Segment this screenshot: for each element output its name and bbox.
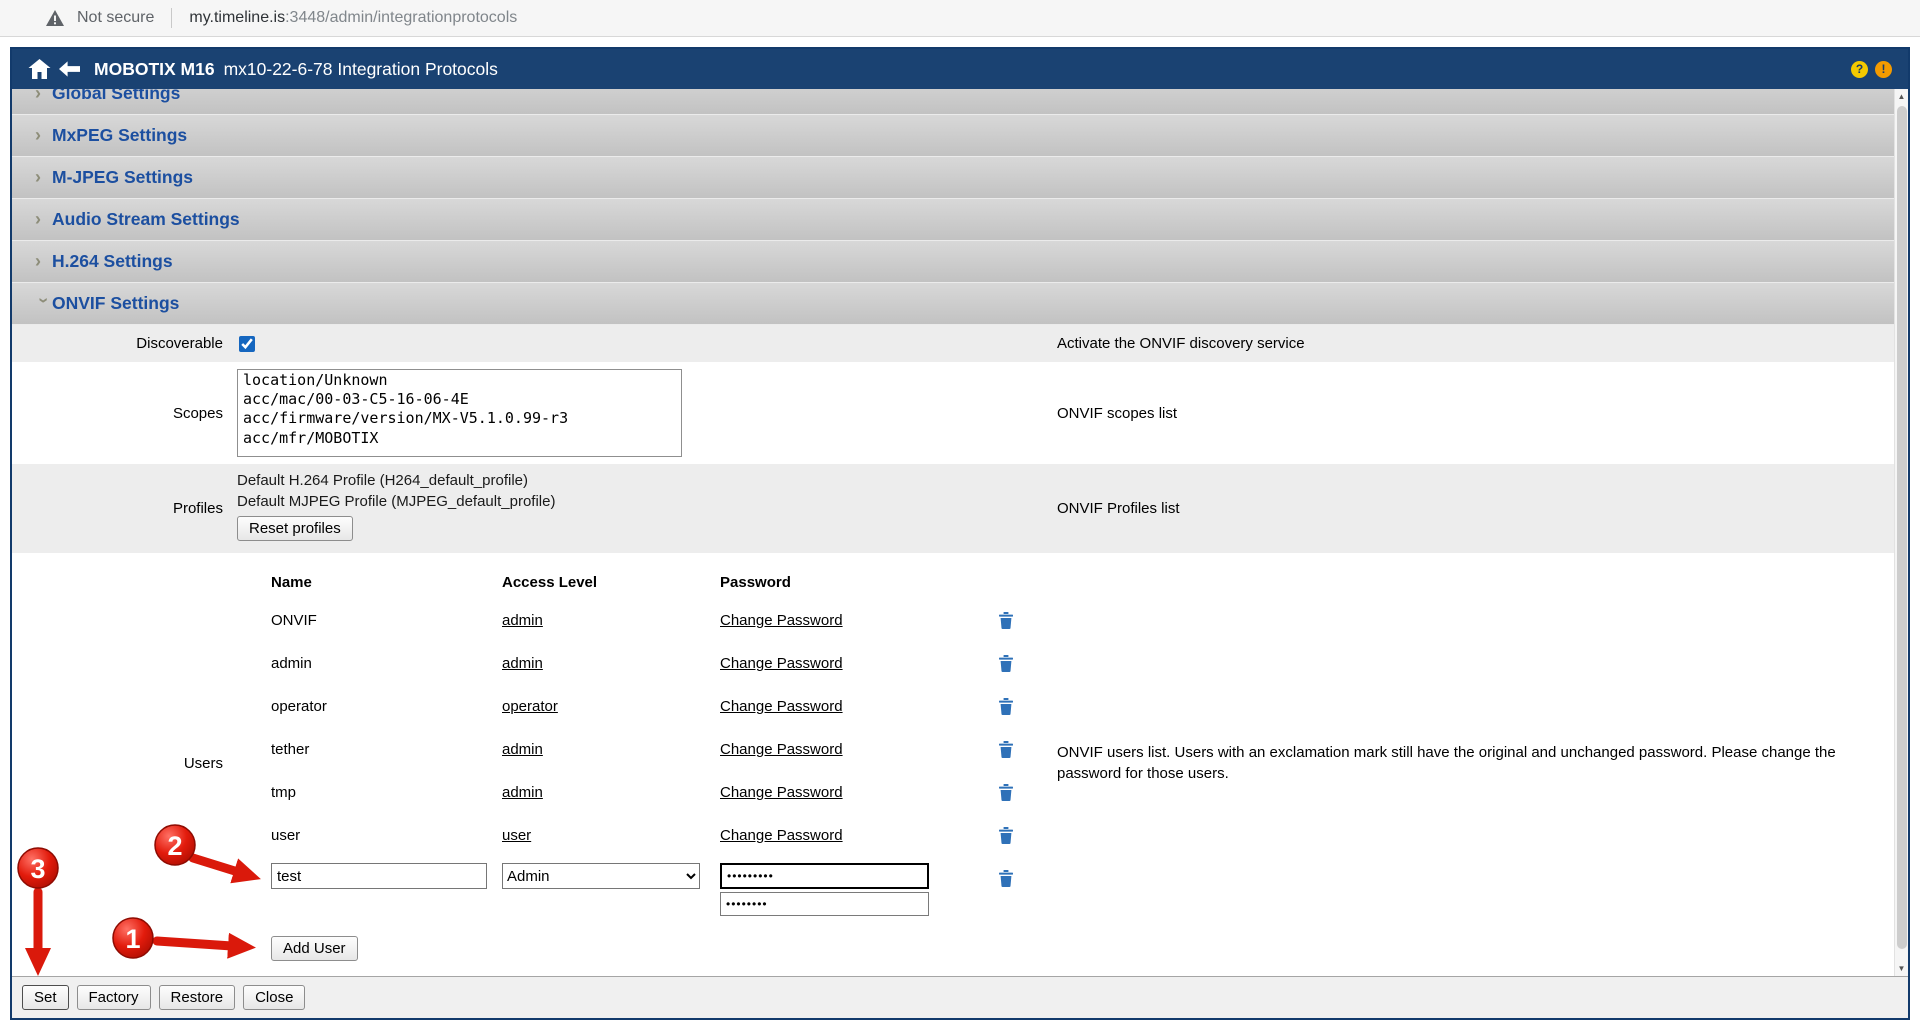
col-password: Password bbox=[720, 574, 995, 591]
section-onvif-settings[interactable]: › ONVIF Settings bbox=[12, 283, 1894, 325]
url-host: my.timeline.is bbox=[189, 9, 285, 26]
user-name: tether bbox=[271, 741, 502, 758]
chevron-down-icon: › bbox=[33, 297, 54, 313]
scopes-help: ONVIF scopes list bbox=[1057, 362, 1894, 464]
user-name: admin bbox=[271, 655, 502, 672]
table-row: tether admin Change Password bbox=[237, 728, 1057, 771]
footer-toolbar: Set Factory Restore Close bbox=[12, 976, 1908, 1018]
warning-icon bbox=[46, 10, 64, 26]
section-mxpeg-settings[interactable]: › MxPEG Settings bbox=[12, 115, 1894, 157]
scrollbar-thumb[interactable] bbox=[1897, 106, 1907, 949]
chevron-right-icon: › bbox=[35, 209, 51, 230]
new-user-row: Admin bbox=[237, 863, 1057, 916]
change-password-link[interactable]: Change Password bbox=[720, 827, 995, 844]
change-password-link[interactable]: Change Password bbox=[720, 655, 995, 672]
access-level-link[interactable]: admin bbox=[502, 612, 720, 629]
new-user-password-confirm-input[interactable] bbox=[720, 892, 929, 916]
profiles-help: ONVIF Profiles list bbox=[1057, 464, 1894, 553]
back-icon[interactable] bbox=[54, 54, 84, 84]
table-row: tmp admin Change Password bbox=[237, 771, 1057, 814]
help-icon[interactable]: ? bbox=[1851, 61, 1868, 78]
access-level-link[interactable]: admin bbox=[502, 784, 720, 801]
change-password-link[interactable]: Change Password bbox=[720, 784, 995, 801]
new-user-name-input[interactable] bbox=[271, 863, 487, 889]
delete-user-icon[interactable] bbox=[995, 783, 1017, 803]
close-button[interactable]: Close bbox=[243, 985, 305, 1010]
users-help: ONVIF users list. Users with an exclamat… bbox=[1057, 553, 1894, 973]
table-row: operator operator Change Password bbox=[237, 685, 1057, 728]
discoverable-label: Discoverable bbox=[12, 325, 237, 362]
settings-content: › Global Settings › MxPEG Settings › M-J… bbox=[12, 89, 1894, 976]
page-header: MOBOTIX M16 mx10-22-6-78 Integration Pro… bbox=[12, 49, 1908, 89]
screen: { "browser": { "warning_text": "Not secu… bbox=[0, 0, 1920, 1031]
delete-user-icon[interactable] bbox=[995, 740, 1017, 760]
access-level-link[interactable]: admin bbox=[502, 741, 720, 758]
delete-user-icon[interactable] bbox=[995, 826, 1017, 846]
table-row: user user Change Password bbox=[237, 814, 1057, 857]
user-name: tmp bbox=[271, 784, 502, 801]
section-mjpeg-settings[interactable]: › M-JPEG Settings bbox=[12, 157, 1894, 199]
change-password-link[interactable]: Change Password bbox=[720, 698, 995, 715]
chevron-right-icon: › bbox=[35, 89, 51, 104]
add-user-button[interactable]: Add User bbox=[271, 936, 358, 961]
user-name: operator bbox=[271, 698, 502, 715]
new-user-password-input[interactable] bbox=[720, 863, 929, 889]
access-level-link[interactable]: admin bbox=[502, 655, 720, 672]
profiles-row: Profiles Default H.264 Profile (H264_def… bbox=[12, 464, 1894, 553]
chevron-right-icon: › bbox=[35, 251, 51, 272]
chevron-right-icon: › bbox=[35, 167, 51, 188]
scroll-down-icon[interactable]: ▼ bbox=[1895, 961, 1908, 976]
brand-label: MOBOTIX M16 bbox=[94, 59, 215, 80]
profile-h264: Default H.264 Profile (H264_default_prof… bbox=[237, 471, 1057, 492]
page-title: mx10-22-6-78 Integration Protocols bbox=[224, 59, 498, 80]
section-audio-stream-settings[interactable]: › Audio Stream Settings bbox=[12, 199, 1894, 241]
chevron-right-icon: › bbox=[35, 125, 51, 146]
browser-address-bar[interactable]: Not secure my.timeline.is:3448/admin/int… bbox=[0, 0, 1920, 37]
delete-user-icon[interactable] bbox=[995, 868, 1017, 888]
users-label: Users bbox=[12, 553, 237, 973]
users-table-header: Name Access Level Password bbox=[237, 565, 1057, 599]
mobotix-admin-window: MOBOTIX M16 mx10-22-6-78 Integration Pro… bbox=[10, 47, 1910, 1020]
table-row: ONVIF admin Change Password bbox=[237, 599, 1057, 642]
change-password-link[interactable]: Change Password bbox=[720, 612, 995, 629]
set-button[interactable]: Set bbox=[22, 985, 69, 1010]
delete-user-icon[interactable] bbox=[995, 654, 1017, 674]
reset-profiles-button[interactable]: Reset profiles bbox=[237, 516, 353, 541]
delete-user-icon[interactable] bbox=[995, 611, 1017, 631]
page-scrollbar[interactable]: ▲ ▼ bbox=[1894, 89, 1908, 976]
address-bar-divider bbox=[171, 8, 172, 28]
change-password-link[interactable]: Change Password bbox=[720, 741, 995, 758]
users-row: Users Name Access Level Password ONVIF a… bbox=[12, 553, 1894, 973]
scopes-row: Scopes location/Unknown acc/mac/00-03-C5… bbox=[12, 362, 1894, 464]
discoverable-help: Activate the ONVIF discovery service bbox=[1057, 325, 1894, 362]
home-icon[interactable] bbox=[24, 54, 54, 84]
access-level-link[interactable]: user bbox=[502, 827, 720, 844]
profile-mjpeg: Default MJPEG Profile (MJPEG_default_pro… bbox=[237, 492, 1057, 513]
new-user-access-select[interactable]: Admin bbox=[502, 863, 700, 889]
user-name: ONVIF bbox=[271, 612, 502, 629]
factory-button[interactable]: Factory bbox=[77, 985, 151, 1010]
user-name: user bbox=[271, 827, 502, 844]
discoverable-row: Discoverable Activate the ONVIF discover… bbox=[12, 325, 1894, 362]
scopes-label: Scopes bbox=[12, 362, 237, 464]
scopes-textarea[interactable]: location/Unknown acc/mac/00-03-C5-16-06-… bbox=[237, 369, 682, 457]
access-level-link[interactable]: operator bbox=[502, 698, 720, 715]
table-row: admin admin Change Password bbox=[237, 642, 1057, 685]
discoverable-checkbox[interactable] bbox=[239, 336, 255, 352]
security-warning-label: Not secure bbox=[77, 9, 154, 27]
delete-user-icon[interactable] bbox=[995, 697, 1017, 717]
url-text[interactable]: my.timeline.is:3448/admin/integrationpro… bbox=[189, 9, 517, 27]
section-global-settings[interactable]: › Global Settings bbox=[12, 89, 1894, 115]
section-h264-settings[interactable]: › H.264 Settings bbox=[12, 241, 1894, 283]
profiles-label: Profiles bbox=[12, 464, 237, 553]
alert-icon[interactable]: ! bbox=[1875, 61, 1892, 78]
scroll-up-icon[interactable]: ▲ bbox=[1895, 89, 1908, 104]
col-access-level: Access Level bbox=[502, 574, 720, 591]
col-name: Name bbox=[271, 574, 502, 591]
url-path: :3448/admin/integrationprotocols bbox=[285, 9, 517, 26]
restore-button[interactable]: Restore bbox=[159, 985, 236, 1010]
